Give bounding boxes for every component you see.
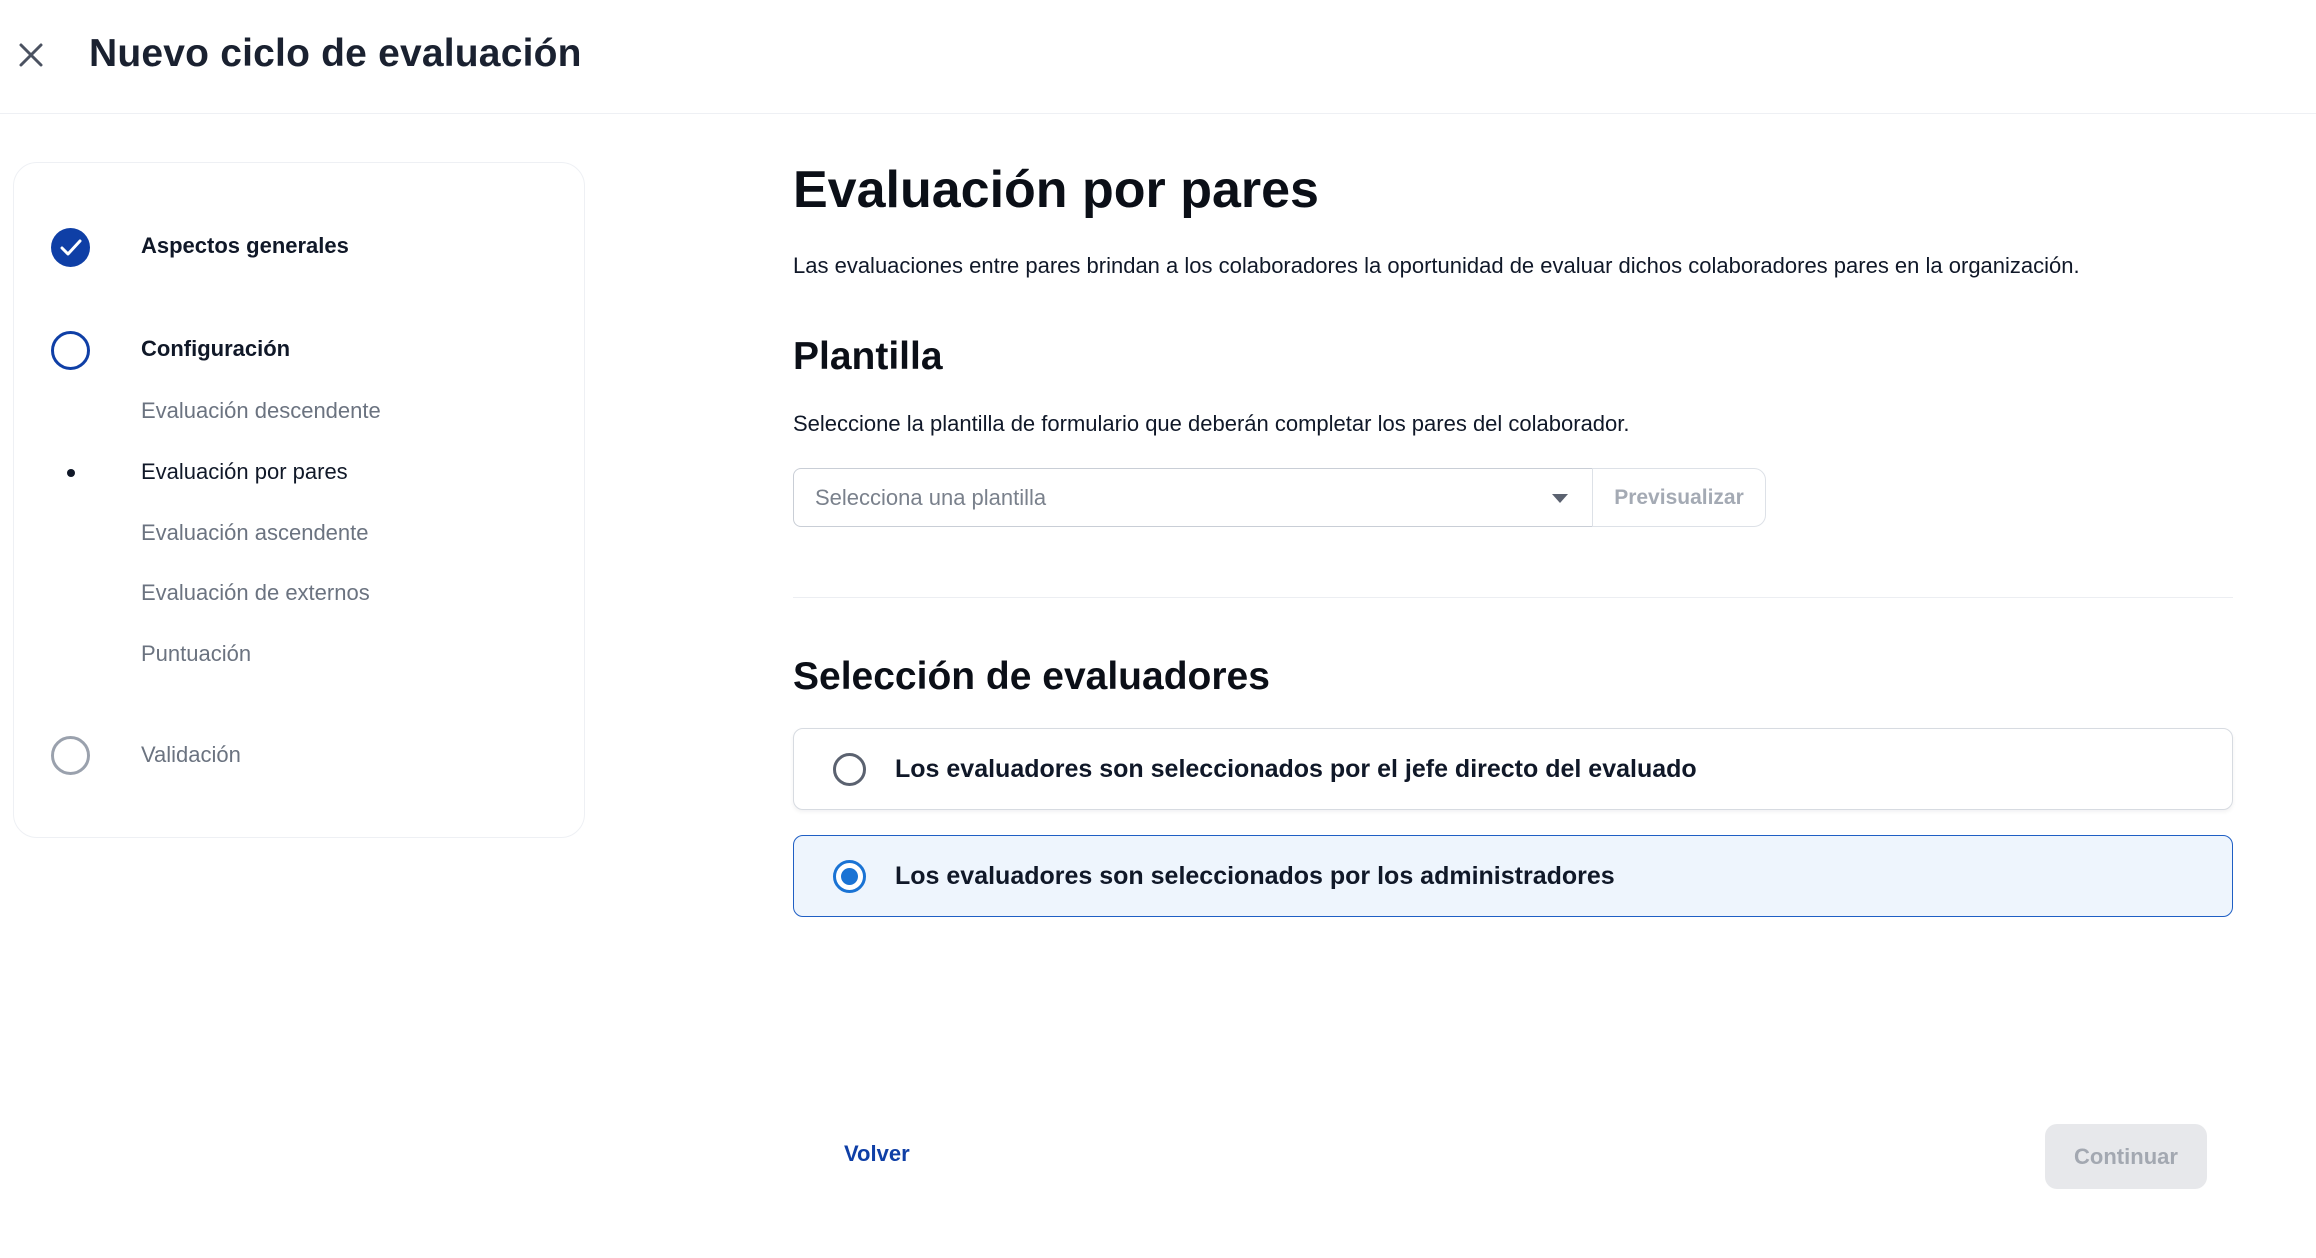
evaluators-section-title: Selección de evaluadores bbox=[793, 655, 1270, 698]
continue-button[interactable]: Continuar bbox=[2045, 1124, 2207, 1189]
check-icon bbox=[51, 228, 90, 267]
substep-evaluacion-ascendente[interactable]: Evaluación ascendente bbox=[141, 520, 369, 546]
radio-selected-icon[interactable] bbox=[833, 859, 866, 893]
step-active-circle-icon bbox=[51, 331, 90, 370]
substep-puntuacion[interactable]: Puntuación bbox=[141, 641, 251, 667]
template-section-title: Plantilla bbox=[793, 335, 943, 378]
step-aspectos-generales[interactable] bbox=[51, 228, 90, 267]
substep-evaluacion-descendente[interactable]: Evaluación descendente bbox=[141, 398, 381, 424]
step-label-validacion: Validación bbox=[141, 742, 241, 767]
section-main-title: Evaluación por pares bbox=[793, 161, 1319, 219]
step-label-configuracion: Configuración bbox=[141, 336, 291, 361]
page-title: Nuevo ciclo de evaluación bbox=[89, 32, 582, 75]
template-select-placeholder: Selecciona una plantilla bbox=[815, 484, 1047, 510]
step-label-aspectos-generales: Aspectos generales bbox=[141, 233, 349, 258]
template-select[interactable]: Selecciona una plantilla bbox=[793, 468, 1593, 527]
preview-button[interactable]: Previsualizar bbox=[1592, 468, 1766, 527]
close-button[interactable] bbox=[14, 38, 48, 72]
substep-evaluacion-por-pares[interactable]: Evaluación por pares bbox=[141, 459, 348, 485]
radio-option-label: Los evaluadores son seleccionados por el… bbox=[895, 754, 1697, 783]
template-section-description: Seleccione la plantilla de formulario qu… bbox=[793, 411, 1630, 436]
close-icon[interactable] bbox=[17, 41, 45, 69]
section-main-description: Las evaluaciones entre pares brindan a l… bbox=[793, 253, 2080, 278]
back-button[interactable]: Volver bbox=[844, 1141, 910, 1167]
step-validacion[interactable] bbox=[51, 736, 90, 775]
step-configuracion[interactable] bbox=[51, 331, 90, 370]
current-substep-bullet-icon bbox=[67, 469, 75, 477]
section-divider bbox=[793, 597, 2233, 598]
step-pending-circle-icon bbox=[51, 736, 90, 775]
chevron-down-icon bbox=[1552, 494, 1568, 503]
radio-option-administradores[interactable]: Los evaluadores son seleccionados por lo… bbox=[793, 835, 2233, 917]
radio-option-label: Los evaluadores son seleccionados por lo… bbox=[895, 861, 1615, 890]
substep-evaluacion-de-externos[interactable]: Evaluación de externos bbox=[141, 580, 370, 606]
radio-option-jefe-directo[interactable]: Los evaluadores son seleccionados por el… bbox=[793, 728, 2233, 810]
radio-unselected-icon[interactable] bbox=[833, 752, 866, 786]
stepper-panel: Aspectos generales Configuración Evaluac… bbox=[13, 162, 585, 838]
page-header: Nuevo ciclo de evaluación bbox=[0, 0, 2316, 114]
